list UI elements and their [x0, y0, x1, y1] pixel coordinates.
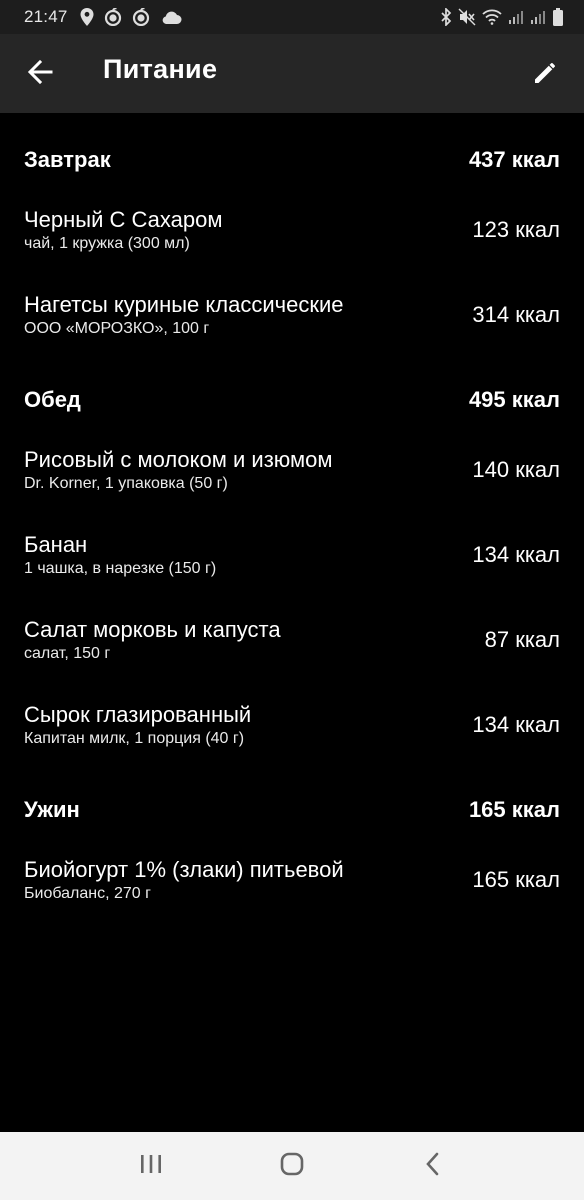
- food-text: Рисовый с молоком и изюмом Dr. Korner, 1…: [24, 446, 333, 494]
- food-detail: чай, 1 кружка (300 мл): [24, 234, 190, 252]
- food-text: Черный С Сахаром чай, 1 кружка (300 мл): [24, 206, 222, 254]
- home-button[interactable]: [262, 1141, 322, 1191]
- battery-icon: [552, 8, 564, 26]
- cloud-icon: [160, 9, 182, 25]
- arrow-back-icon: [27, 59, 53, 90]
- meal-list: Завтрак 437 ккал Черный С Сахаром чай, 1…: [0, 113, 584, 922]
- food-name: Черный С Сахаром: [24, 206, 223, 232]
- pencil-icon: [532, 58, 560, 91]
- signal-icon: [508, 9, 524, 25]
- section-total: 495 ккал: [468, 387, 560, 412]
- section-total: 437 ккал: [468, 147, 560, 172]
- system-nav-bar: [0, 1132, 584, 1200]
- food-kcal: 134 ккал: [472, 711, 560, 737]
- food-detail: Dr. Korner, 1 упаковка (50 г): [24, 474, 228, 492]
- section-total: 165 ккал: [468, 797, 560, 822]
- food-name: Биойогурт 1% (злаки) питьевой: [24, 856, 344, 882]
- section-title: Ужин: [24, 797, 80, 822]
- food-text: Салат морковь и капуста салат, 150 г: [24, 616, 281, 664]
- meal-section-dinner: Ужин 165 ккал Биойогурт 1% (злаки) питье…: [0, 767, 584, 922]
- food-kcal: 134 ккал: [472, 541, 560, 567]
- food-item[interactable]: Сырок глазированный Капитан милк, 1 порц…: [0, 682, 584, 767]
- section-header: Ужин 165 ккал: [0, 795, 584, 825]
- recent-apps-icon: [138, 1153, 164, 1180]
- bluetooth-icon: [440, 8, 452, 26]
- food-detail: Биобаланс, 270 г: [24, 884, 151, 902]
- food-text: Биойогурт 1% (злаки) питьевой Биобаланс,…: [24, 856, 344, 904]
- status-time: 21:47: [24, 7, 68, 26]
- food-kcal: 123 ккал: [472, 216, 560, 242]
- food-name: Рисовый с молоком и изюмом: [24, 446, 333, 472]
- food-name: Банан: [24, 531, 88, 557]
- food-name: Сырок глазированный: [24, 701, 252, 727]
- food-detail: салат, 150 г: [24, 644, 111, 662]
- status-bar: 21:47: [0, 0, 584, 34]
- location-pin-icon: [80, 8, 94, 26]
- food-item[interactable]: Черный С Сахаром чай, 1 кружка (300 мл) …: [0, 187, 584, 272]
- meal-section-breakfast: Завтрак 437 ккал Черный С Сахаром чай, 1…: [0, 113, 584, 357]
- status-right: [440, 8, 564, 26]
- food-text: Нагетсы куриные классические ООО «МОРОЗК…: [24, 291, 343, 339]
- back-icon: [422, 1151, 444, 1182]
- food-detail: Капитан милк, 1 порция (40 г): [24, 729, 245, 747]
- food-text: Банан 1 чашка, в нарезке (150 г): [24, 531, 216, 579]
- signal-icon: [530, 9, 546, 25]
- apple-logo-icon: [132, 8, 150, 26]
- food-kcal: 87 ккал: [484, 626, 560, 652]
- food-text: Сырок глазированный Капитан милк, 1 порц…: [24, 701, 251, 749]
- food-kcal: 314 ккал: [472, 301, 560, 327]
- food-name: Салат морковь и капуста: [24, 616, 281, 642]
- meal-section-lunch: Обед 495 ккал Рисовый с молоком и изюмом…: [0, 357, 584, 767]
- food-item[interactable]: Банан 1 чашка, в нарезке (150 г) 134 кка…: [0, 512, 584, 597]
- mute-icon: [458, 8, 476, 26]
- wifi-icon: [482, 9, 502, 25]
- food-name: Нагетсы куриные классические: [24, 291, 344, 317]
- nav-back-button[interactable]: [403, 1141, 463, 1191]
- home-icon: [279, 1151, 305, 1182]
- food-detail: ООО «МОРОЗКО», 100 г: [24, 319, 210, 337]
- apple-logo-icon: [104, 8, 122, 26]
- back-button[interactable]: [22, 56, 58, 92]
- food-item[interactable]: Рисовый с молоком и изюмом Dr. Korner, 1…: [0, 427, 584, 512]
- food-detail: 1 чашка, в нарезке (150 г): [24, 559, 217, 577]
- food-kcal: 140 ккал: [472, 456, 560, 482]
- section-header: Завтрак 437 ккал: [0, 145, 584, 175]
- food-item[interactable]: Салат морковь и капуста салат, 150 г 87 …: [0, 597, 584, 682]
- section-title: Обед: [24, 387, 81, 412]
- section-header: Обед 495 ккал: [0, 385, 584, 415]
- recent-apps-button[interactable]: [121, 1141, 181, 1191]
- food-kcal: 165 ккал: [472, 866, 560, 892]
- food-item[interactable]: Нагетсы куриные классические ООО «МОРОЗК…: [0, 272, 584, 357]
- page-title: Питание: [103, 54, 218, 84]
- app-bar: Питание: [0, 34, 584, 113]
- food-item[interactable]: Биойогурт 1% (злаки) питьевой Биобаланс,…: [0, 837, 584, 922]
- edit-button[interactable]: [528, 56, 564, 92]
- status-left: 21:47: [24, 7, 182, 27]
- section-title: Завтрак: [24, 147, 111, 172]
